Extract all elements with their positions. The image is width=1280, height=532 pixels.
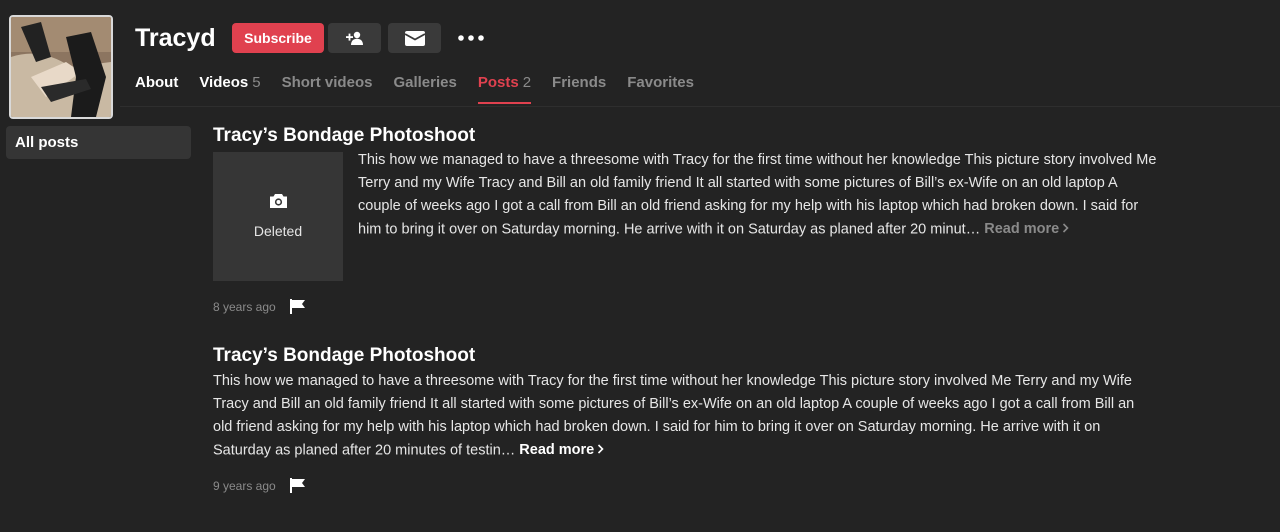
chevron-right-icon	[597, 439, 604, 462]
active-tab-underline	[477, 102, 532, 104]
tab-posts[interactable]: Posts 2	[477, 74, 532, 106]
read-more-label: Read more	[519, 442, 595, 459]
tab-label: Friends	[552, 74, 607, 91]
envelope-icon	[404, 30, 425, 46]
read-more-label: Read more	[984, 221, 1060, 238]
post-title[interactable]: Tracy’s Bondage Photoshoot	[213, 124, 475, 148]
profile-tabs: About Videos 5 Short videos Galleries Pos…	[135, 74, 715, 106]
read-more-link[interactable]: Read more	[519, 442, 604, 458]
sidebar-item-label: All posts	[15, 134, 79, 151]
tab-about[interactable]: About	[135, 74, 178, 106]
post-excerpt-container: This how we managed to have a threesome …	[213, 370, 1153, 462]
tab-count: 2	[522, 74, 532, 91]
flag-icon[interactable]	[289, 299, 306, 314]
tab-videos[interactable]: Videos 5	[199, 74, 260, 106]
post-title[interactable]: Tracy’s Bondage Photoshoot	[213, 344, 475, 368]
read-more-link[interactable]: Read more	[984, 221, 1069, 237]
profile-username: Tracyd	[135, 24, 216, 52]
tab-galleries[interactable]: Galleries	[393, 74, 456, 106]
tab-label: About	[135, 74, 179, 91]
header-divider	[120, 106, 1280, 107]
post-meta: 8 years ago	[213, 299, 306, 314]
flag-icon[interactable]	[289, 478, 306, 493]
tab-label: Galleries	[393, 74, 457, 91]
tab-label: Posts	[477, 74, 519, 91]
tab-label: Videos	[199, 74, 249, 91]
add-friend-button[interactable]	[328, 23, 381, 53]
add-friend-icon	[345, 31, 364, 45]
sidebar-item-all-posts[interactable]: All posts	[6, 126, 191, 159]
more-options-button[interactable]	[451, 23, 491, 53]
camera-icon	[269, 194, 287, 213]
post-thumbnail[interactable]: Deleted	[213, 152, 343, 281]
avatar-image	[11, 17, 111, 117]
post-timestamp: 9 years ago	[213, 478, 276, 493]
tab-friends[interactable]: Friends	[552, 74, 606, 106]
post-excerpt: This how we managed to have a threesome …	[213, 373, 1135, 459]
tab-label: Favorites	[627, 74, 694, 91]
message-button[interactable]	[388, 23, 441, 53]
avatar[interactable]	[9, 15, 113, 119]
chevron-right-icon	[1062, 218, 1069, 241]
tab-count: 5	[252, 74, 261, 91]
tab-short-videos[interactable]: Short videos	[282, 74, 373, 106]
tab-favorites[interactable]: Favorites	[627, 74, 694, 106]
profile-page: Tracyd Subscribe About Videos 5 Short vi…	[0, 0, 1280, 532]
post-excerpt-container: This how we managed to have a threesome …	[358, 149, 1158, 241]
more-dots-icon	[458, 35, 484, 41]
subscribe-button[interactable]: Subscribe	[232, 23, 324, 53]
thumbnail-status: Deleted	[253, 223, 303, 239]
post-meta: 9 years ago	[213, 478, 306, 493]
tab-label: Short videos	[281, 74, 373, 91]
post-timestamp: 8 years ago	[213, 299, 276, 314]
